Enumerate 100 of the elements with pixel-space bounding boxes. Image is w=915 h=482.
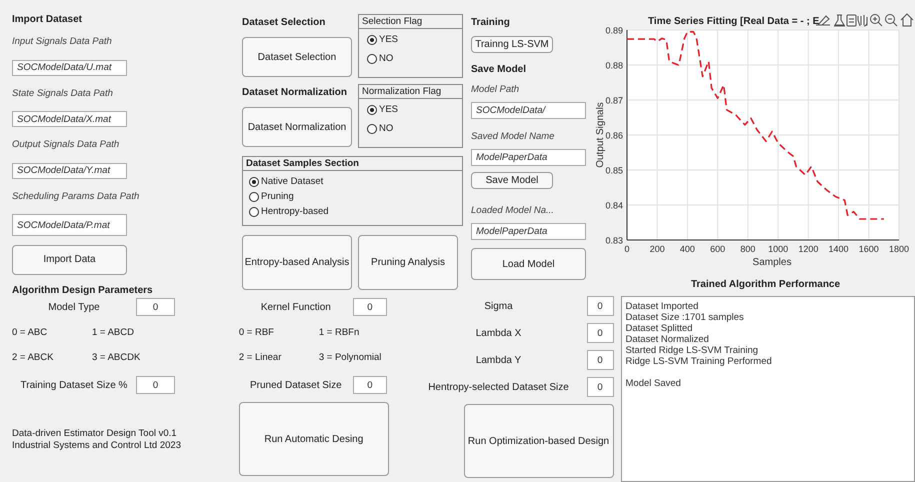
legend-text: 0 = RBF — [238, 327, 275, 338]
radio-option[interactable]: YES — [367, 32, 400, 47]
log-line: Ridge LS-SVM Training Performed — [626, 356, 773, 367]
tick-label: 1400 — [828, 244, 849, 254]
log-line: Dataset Normalized — [626, 334, 710, 345]
radio-option[interactable]: NO — [367, 121, 396, 136]
parameter-label: Sigma — [483, 300, 514, 312]
radio-option[interactable]: Pruning — [249, 189, 296, 204]
load-model-button[interactable]: Load Model — [471, 248, 586, 280]
parameter-label: Model Type — [47, 302, 101, 312]
panel-title: Dataset Samples Section — [243, 157, 462, 171]
path-field[interactable]: SOCModelData/X.mat — [12, 111, 127, 128]
model-path-field[interactable]: SOCModelData/ — [471, 102, 586, 119]
footer-text: Industrial Systems and Control Ltd 2023 — [12, 440, 182, 452]
radio-option[interactable]: Hentropy-based — [249, 204, 331, 219]
tick-label: 0.88 — [605, 60, 623, 70]
footer-text: Data-driven Estimator Design Tool v0.1 — [12, 428, 178, 440]
section-title: Save Model — [471, 63, 528, 77]
tick-label: 1600 — [858, 244, 879, 254]
log-line: Started Ridge LS-SVM Training — [626, 345, 760, 356]
parameter-label: Kernel Function — [260, 302, 332, 312]
parameter-field[interactable]: 0 — [586, 377, 614, 397]
field-label: State Signals Data Path — [12, 88, 114, 100]
legend-icon[interactable] — [846, 14, 856, 26]
radio-button[interactable] — [367, 124, 377, 134]
action-button[interactable]: Dataset Selection — [242, 37, 352, 77]
save-model-button[interactable]: Save Model — [471, 172, 553, 189]
panel-title: Selection Flag — [359, 15, 462, 29]
log-line: Dataset Imported — [626, 301, 700, 312]
section-title: Dataset Selection — [242, 17, 326, 28]
parameter-field[interactable]: 0 — [586, 350, 614, 370]
run-button[interactable]: Run Automatic Desing — [238, 402, 389, 476]
loaded-model-field[interactable]: ModelPaperData — [471, 223, 586, 240]
pruned-size-field[interactable]: 0 — [352, 376, 387, 394]
legend-text: 3 = ABCDK — [92, 352, 142, 363]
section-title: Dataset Normalization — [242, 87, 348, 98]
zoom-in-icon[interactable] — [870, 14, 882, 26]
field-label: Input Signals Data Path — [12, 36, 113, 49]
action-button[interactable]: Dataset Normalization — [242, 107, 352, 147]
path-field[interactable]: SOCModelData/Y.mat — [12, 162, 127, 179]
tick-label: 1000 — [768, 244, 788, 254]
x-axis-label: Samples — [752, 257, 792, 268]
log-line: Dataset Size :1701 samples — [626, 312, 745, 323]
panel-title: Normalization Flag — [359, 85, 462, 99]
tick-label: 0.85 — [605, 166, 623, 176]
tick-label: 0.87 — [605, 96, 623, 106]
legend-text: 1 = ABCD — [92, 327, 135, 338]
kernel-function-field[interactable]: 0 — [352, 298, 387, 316]
flask-icon[interactable] — [834, 14, 846, 26]
field-label: Scheduling Params Data Path — [12, 190, 140, 204]
tick-label: 400 — [680, 244, 695, 254]
tick-label: 0.89 — [605, 26, 623, 36]
tick-label: 1200 — [798, 244, 818, 254]
training-size-field[interactable]: 0 — [136, 376, 175, 394]
radio-button[interactable] — [367, 34, 377, 44]
y-axis-label: Output Signals — [596, 102, 606, 168]
parameter-label: Lambda X — [474, 328, 522, 338]
analysis-button[interactable]: Entropy-based Analysis — [242, 235, 352, 290]
log-line: Model Saved — [626, 377, 682, 389]
model-type-field[interactable]: 0 — [136, 298, 175, 316]
tick-label: 1800 — [888, 244, 910, 254]
parameter-label: Training Dataset Size % — [20, 380, 128, 390]
parameter-field[interactable]: 0 — [586, 323, 614, 343]
radio-button[interactable] — [249, 176, 259, 186]
radio-option[interactable]: Native Dataset — [249, 174, 326, 189]
radio-option[interactable]: YES — [367, 102, 400, 117]
zoom-out-icon[interactable] — [885, 14, 898, 26]
legend-text: 0 = ABC — [12, 327, 48, 338]
legend-text: 1 = RBFn — [318, 327, 360, 338]
home-icon[interactable] — [900, 13, 914, 26]
radio-button[interactable] — [249, 206, 259, 216]
run-button[interactable]: Run Optimization-based Design — [464, 404, 614, 478]
import-data-button[interactable]: Import Data — [12, 244, 127, 275]
field-label: Saved Model Name — [471, 130, 556, 144]
field-label: Model Path — [471, 83, 520, 97]
radio-button[interactable] — [367, 54, 377, 64]
field-label: Loaded Model Na... — [471, 204, 555, 218]
tick-label: 0.83 — [605, 236, 623, 246]
log-line: Dataset Splitted — [626, 323, 694, 334]
train-button[interactable]: Trainng LS-SVM — [471, 36, 553, 53]
tick-label: 200 — [650, 244, 665, 254]
parameter-label: Hentropy-selected Dataset Size — [427, 382, 570, 392]
parameter-label: Lambda Y — [474, 354, 522, 366]
section-title: Algorithm Design Parameters — [12, 284, 154, 296]
path-field[interactable]: SOCModelData/U.mat — [12, 60, 127, 76]
tick-label: 600 — [710, 244, 726, 254]
tick-label: 800 — [740, 244, 756, 254]
radio-option[interactable]: NO — [367, 51, 396, 66]
legend-text: 3 = Polynomial — [318, 352, 382, 363]
model-name-field[interactable]: ModelPaperData — [471, 149, 586, 166]
analysis-button[interactable]: Pruning Analysis — [358, 235, 458, 290]
tick-label: 0.84 — [605, 200, 623, 210]
radio-button[interactable] — [367, 104, 377, 114]
parameter-field[interactable]: 0 — [586, 296, 614, 316]
legend-text: 2 = Linear — [238, 352, 282, 363]
tick-label: 0.86 — [605, 130, 623, 140]
chart-title: Time Series Fitting [Real Data = - ; E — [648, 16, 820, 27]
legend-text: 2 = ABCK — [12, 352, 54, 363]
radio-button[interactable] — [249, 192, 259, 202]
path-field[interactable]: SOCModelData/P.mat — [12, 214, 127, 236]
